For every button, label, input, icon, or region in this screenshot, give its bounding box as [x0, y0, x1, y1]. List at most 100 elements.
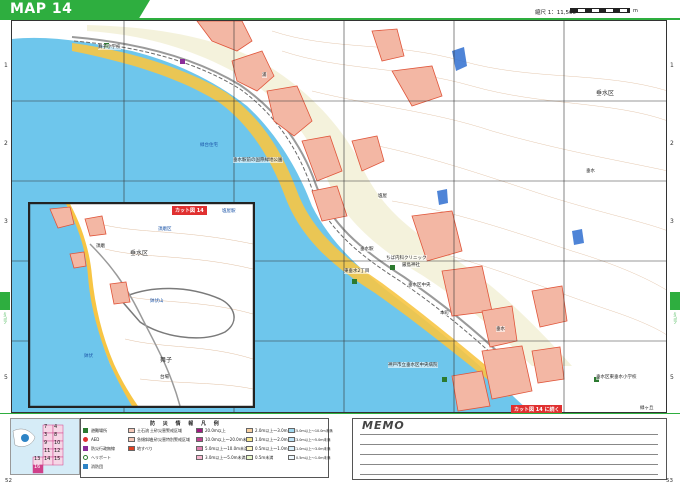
label-kaizuka: 塩屋 [378, 193, 387, 199]
flood-swatch [196, 446, 203, 451]
inset-label-station: 塩屋駅 [222, 209, 236, 214]
heliport-icon [83, 455, 88, 460]
legend-item-3: 防災行政無線 [91, 446, 115, 451]
label-city-east: 垂水区 [596, 90, 615, 97]
label-misc1: 東垂水2丁目 [344, 268, 370, 274]
label-misc3: 本町 [440, 310, 449, 316]
legend-flood-1: 20.0m以上 [205, 428, 226, 433]
label-misc4: 垂水 [496, 326, 505, 332]
flood-swatch [246, 455, 253, 460]
tsunami-swatch [288, 428, 295, 433]
shelter-icon [83, 428, 88, 433]
memo-line [360, 464, 658, 465]
label-misc2: 垂水区中央 [408, 282, 431, 288]
aed-icon [83, 437, 88, 442]
inset-map[interactable] [28, 202, 255, 408]
index-cell-10: 14 [44, 456, 51, 462]
legend-item-1: 避難場所 [91, 428, 107, 433]
tsunami-swatch [288, 455, 295, 460]
label-koen: 垂水駅前の国際緑地公園 [233, 157, 283, 163]
side-tab-right-label: ミヨヲ [673, 312, 678, 324]
legend-sediment-sub-1: 土砂災害警戒区域 [150, 428, 182, 433]
side-tab-left[interactable] [0, 292, 10, 310]
inset-label-mountain: 鉢伏山 [150, 299, 164, 304]
legend-item-5: 消防団 [91, 464, 103, 469]
label-hospital: 神戸市立垂水区中央病院 [388, 362, 438, 368]
page-number-right: 53 [666, 478, 673, 484]
legend-tsunami-4: 0.5m以上～1.0m未満 [296, 456, 331, 460]
grid-row-2: 2 [4, 140, 8, 147]
label-bottom-right: 緑ヶ丘 [640, 405, 654, 411]
legend-title: 防 災 情 報 凡 例 [150, 421, 222, 427]
label-station: 垂水駅 [360, 246, 374, 252]
map-title: MAP 14 [10, 1, 73, 17]
label-zone1: 浦 [262, 72, 267, 78]
page-number-left: 52 [5, 478, 12, 484]
index-cell-11: 15 [54, 456, 61, 462]
flood-swatch [246, 446, 253, 451]
memo-title: MEMO [362, 419, 405, 432]
legend-flood-3: 5.0m以上～10.0m未満 [205, 446, 249, 451]
label-school-top: 舞子小学校 [98, 44, 121, 50]
legend-flood-2: 10.0m以上～20.0m未満 [205, 437, 251, 442]
label-school-se: 垂水区東垂水小学校 [596, 374, 637, 380]
memo-line [360, 444, 658, 445]
flood-swatch [196, 428, 203, 433]
scale-bar [570, 8, 630, 13]
sediment-swatch [128, 437, 135, 442]
label-east-area: 垂水 [586, 168, 595, 174]
index-cell-3: 3 [44, 432, 48, 438]
tsunami-swatch [288, 446, 295, 451]
inset-label-beach: 須磨 [96, 243, 105, 249]
grid-row-2-right: 2 [670, 140, 674, 147]
scale-unit: m [633, 8, 638, 14]
legend-sediment-3: 地すべり [137, 446, 153, 451]
inset-label-lower-area: 台場 [160, 374, 169, 380]
scale-caption: 縮尺 [535, 10, 547, 16]
inset-label-lower-city: 舞子 [160, 357, 173, 364]
label-clinic: ちば内科クリニック [386, 255, 427, 261]
index-cell-2: 4 [54, 424, 58, 430]
index-cell-4: 8 [54, 432, 58, 438]
flood-swatch [246, 428, 253, 433]
legend-tsunami-2: 3.0m以上～5.0m未満 [296, 438, 331, 442]
index-cell-7: 11 [44, 448, 51, 454]
fire-brigade-icon [83, 464, 88, 469]
index-cell-9: 13 [34, 456, 41, 462]
inset-label-road: 須磨区 [158, 227, 172, 232]
side-tab-right[interactable] [670, 292, 680, 310]
radio-icon [83, 446, 88, 451]
tsunami-swatch [288, 437, 295, 442]
flood-swatch [196, 437, 203, 442]
memo-line [360, 474, 658, 475]
label-shrine: 厳島神社 [402, 262, 420, 268]
legend-tsunami-1: 5.0m以上～10.0m未満 [296, 429, 333, 433]
sediment-swatch [128, 428, 135, 433]
inset-label-city: 垂水区 [130, 250, 149, 257]
index-cell-12: 16 [34, 464, 41, 470]
label-rescue: 緑台住宅 [200, 143, 218, 148]
index-cell-8: 12 [54, 448, 61, 454]
inset-label-coast: 鉢伏 [84, 354, 93, 359]
flood-swatch [196, 455, 203, 460]
index-cell-6: 10 [54, 440, 61, 446]
memo-line [360, 434, 658, 435]
shelter-icon [180, 59, 185, 64]
legend-tsunami-3: 1.0m以上～3.0m未満 [296, 447, 331, 451]
bottom-rule [0, 413, 680, 414]
grid-row-5: 5 [4, 374, 8, 381]
sediment-swatch [128, 446, 135, 451]
legend-flood-4: 3.0m以上～5.0m未満 [205, 455, 246, 460]
inset-canvas [30, 204, 253, 406]
grid-row-3: 3 [4, 218, 8, 225]
legend-item-4: ヘリポート [91, 455, 111, 460]
inset-cut-badge: カット図 14 [172, 206, 207, 215]
side-tab-left-label: ミヨヲ [3, 312, 8, 324]
shelter-icon [442, 377, 447, 382]
legend-sediment-1: 土石流 [137, 428, 149, 433]
shelter-icon [352, 279, 357, 284]
shelter-icon [390, 265, 395, 270]
flood-swatch [246, 437, 253, 442]
legend-item-2: AED [91, 437, 100, 442]
grid-row-1: 1 [4, 62, 8, 69]
